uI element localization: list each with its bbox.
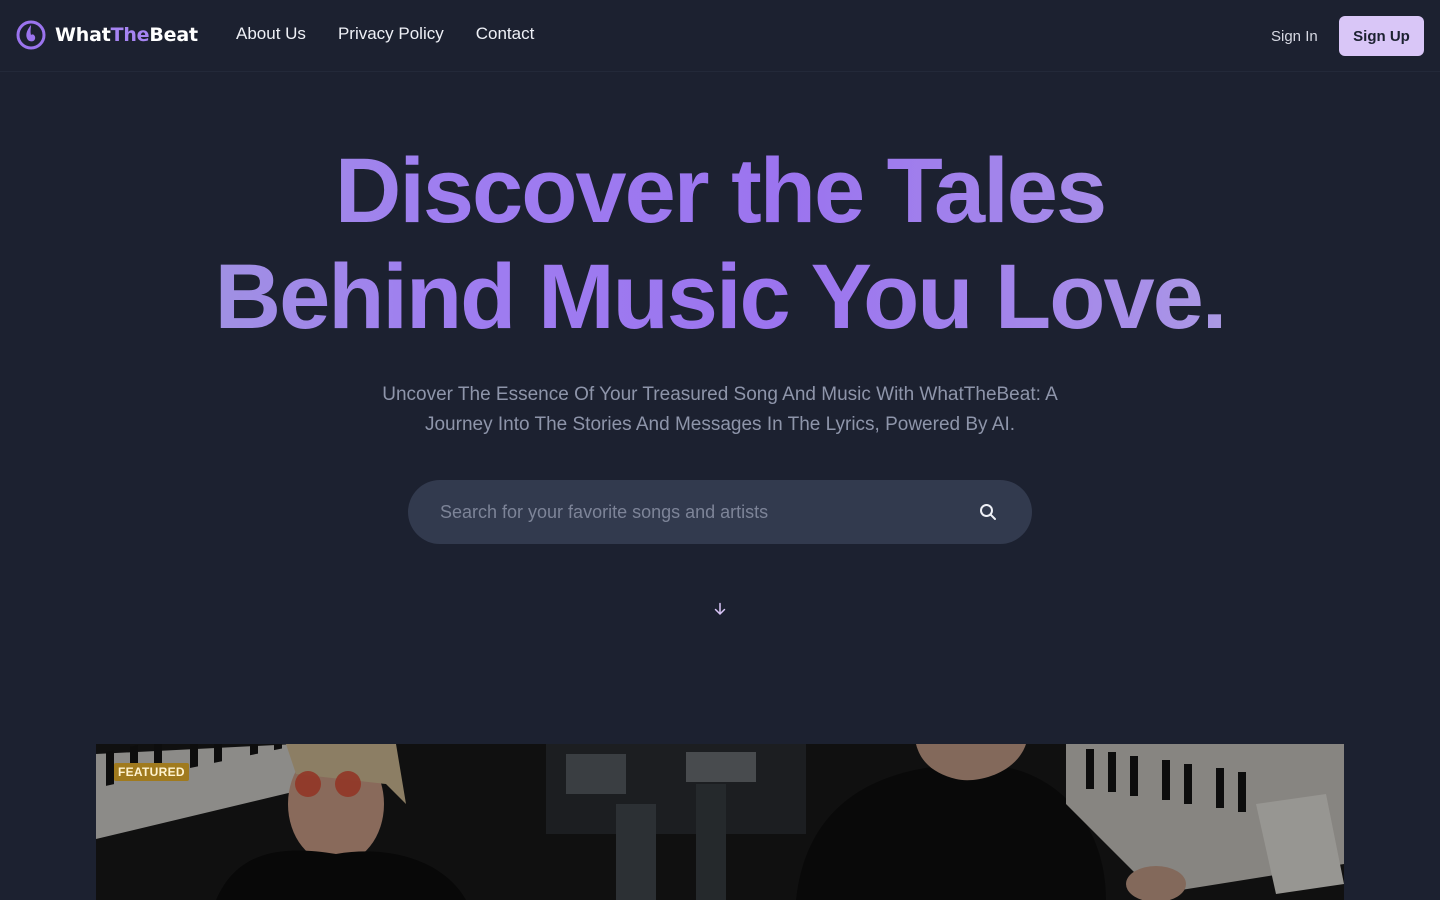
- brand-name-part1: What: [55, 24, 111, 46]
- brand-logo[interactable]: WhatTheBeat: [16, 20, 198, 50]
- hero-subtitle: Uncover The Essence Of Your Treasured So…: [382, 384, 1058, 435]
- arrow-down-icon[interactable]: [712, 601, 728, 617]
- brand-name-part3: Beat: [149, 24, 198, 46]
- featured-badge: FEATURED: [114, 763, 189, 781]
- hero-title: Discover the Tales Behind Music You Love…: [0, 138, 1440, 350]
- logo-mark-icon: [16, 20, 46, 50]
- nav-link-about-us[interactable]: About Us: [236, 24, 306, 44]
- main-nav: About Us Privacy Policy Contact: [236, 24, 534, 44]
- hero-title-line-2: Behind Music You Love.: [0, 244, 1440, 350]
- search-input[interactable]: [440, 480, 960, 544]
- brand-name: WhatTheBeat: [55, 24, 198, 46]
- nav-link-contact[interactable]: Contact: [476, 24, 535, 44]
- search-bar: [408, 480, 1032, 544]
- nav-link-privacy-policy[interactable]: Privacy Policy: [338, 24, 444, 44]
- top-navbar: WhatTheBeat About Us Privacy Policy Cont…: [0, 0, 1440, 72]
- search-icon[interactable]: [978, 502, 998, 522]
- brand-name-part2: The: [110, 24, 150, 46]
- featured-card[interactable]: FEATURED: [96, 744, 1344, 900]
- sign-in-link[interactable]: Sign In: [1271, 28, 1318, 45]
- sign-up-button[interactable]: Sign Up: [1339, 16, 1424, 56]
- hero-title-line-1: Discover the Tales: [0, 138, 1440, 244]
- featured-photo: [96, 744, 1344, 900]
